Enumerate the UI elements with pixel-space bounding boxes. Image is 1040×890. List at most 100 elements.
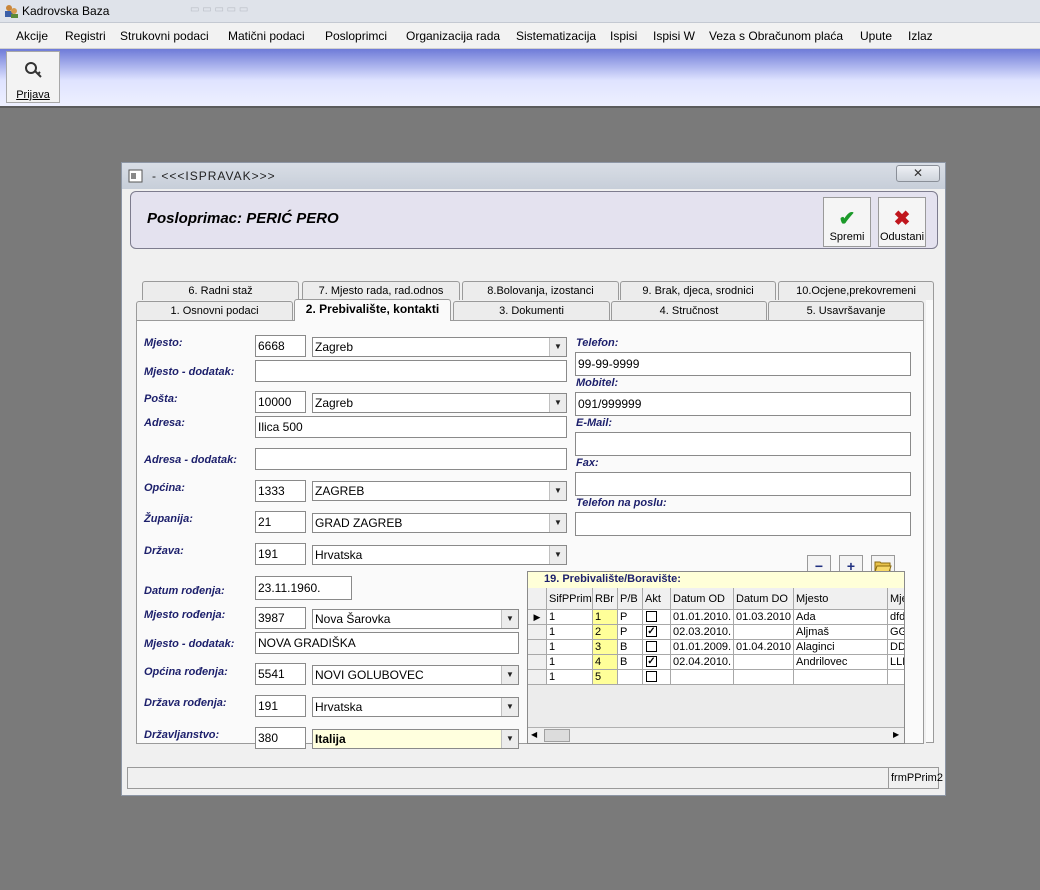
menu-akcije[interactable]: Akcije bbox=[16, 29, 48, 43]
scroll-right-icon[interactable]: ▶ bbox=[893, 730, 899, 739]
row-indicator[interactable] bbox=[528, 640, 547, 655]
menu-ispisi-w[interactable]: Ispisi W bbox=[653, 29, 695, 43]
akt-checkbox[interactable] bbox=[646, 611, 657, 622]
tab-dokumenti[interactable]: 3. Dokumenti bbox=[453, 301, 610, 320]
opcina-code-field[interactable]: 1333 bbox=[255, 480, 306, 502]
menu-strukovni-podaci[interactable]: Strukovni podaci bbox=[120, 29, 209, 43]
cell-akt[interactable]: ✓ bbox=[643, 625, 671, 640]
cell-mjesto[interactable]: Andrilovec bbox=[794, 655, 888, 670]
tab-radni-staz[interactable]: 6. Radni staž bbox=[142, 281, 299, 300]
tab-osnovni-podaci[interactable]: 1. Osnovni podaci bbox=[136, 301, 293, 320]
col-datum-do[interactable]: Datum DO bbox=[734, 588, 794, 610]
menu-upute[interactable]: Upute bbox=[860, 29, 892, 43]
mjesto-dodatak-field[interactable] bbox=[255, 360, 567, 382]
akt-checkbox[interactable] bbox=[646, 671, 657, 682]
mjesto-rodjenja-code-field[interactable]: 3987 bbox=[255, 607, 306, 629]
cell-mjesto2[interactable]: GG bbox=[888, 625, 904, 640]
cell-datum-do[interactable] bbox=[734, 655, 794, 670]
cell-rbr[interactable]: 2 bbox=[593, 625, 618, 640]
login-button[interactable]: Prijava bbox=[6, 51, 60, 103]
dialog-close-button[interactable]: ✕ bbox=[896, 165, 940, 182]
drzava-rodjenja-select[interactable]: Hrvatska ▼ bbox=[312, 697, 519, 717]
cell-datum-od[interactable]: 02.03.2010. bbox=[671, 625, 734, 640]
opcina-rodjenja-code-field[interactable]: 5541 bbox=[255, 663, 306, 685]
tab-usavrsavanje[interactable]: 5. Usavršavanje bbox=[768, 301, 924, 320]
save-button[interactable]: ✔ Spremi bbox=[823, 197, 871, 247]
cell-datum-do[interactable]: 01.04.2010 bbox=[734, 640, 794, 655]
akt-checkbox[interactable]: ✓ bbox=[646, 656, 657, 667]
cell-sifpprim[interactable]: 1 bbox=[547, 610, 593, 625]
row-indicator[interactable] bbox=[528, 625, 547, 640]
cell-pb[interactable]: B bbox=[618, 655, 643, 670]
row-indicator[interactable] bbox=[528, 655, 547, 670]
drzava-code-field[interactable]: 191 bbox=[255, 543, 306, 565]
col-datum-od[interactable]: Datum OD bbox=[671, 588, 734, 610]
cell-pb[interactable]: P bbox=[618, 610, 643, 625]
cell-sifpprim[interactable]: 1 bbox=[547, 655, 593, 670]
col-akt[interactable]: Akt bbox=[643, 588, 671, 610]
cell-datum-od[interactable]: 01.01.2009. bbox=[671, 640, 734, 655]
opcina-select[interactable]: ZAGREB ▼ bbox=[312, 481, 567, 501]
zupanija-select[interactable]: GRAD ZAGREB ▼ bbox=[312, 513, 567, 533]
email-field[interactable] bbox=[575, 432, 911, 456]
drzava-select[interactable]: Hrvatska ▼ bbox=[312, 545, 567, 565]
row-indicator[interactable]: ▶ bbox=[528, 610, 547, 625]
menu-sistematizacija[interactable]: Sistematizacija bbox=[516, 29, 596, 43]
menu-organizacija-rada[interactable]: Organizacija rada bbox=[406, 29, 500, 43]
mjesto-select[interactable]: Zagreb ▼ bbox=[312, 337, 567, 357]
cell-mjesto[interactable]: Aljmaš bbox=[794, 625, 888, 640]
menu-izlaz[interactable]: Izlaz bbox=[908, 29, 933, 43]
cell-datum-od[interactable]: 02.04.2010. bbox=[671, 655, 734, 670]
scroll-thumb[interactable] bbox=[544, 729, 570, 742]
mjesto-rodjenja-select[interactable]: Nova Šarovka ▼ bbox=[312, 609, 519, 629]
cell-mjesto2[interactable] bbox=[888, 670, 904, 685]
tab-bolovanja[interactable]: 8.Bolovanja, izostanci bbox=[462, 281, 619, 300]
drzavljanstvo-code-field[interactable]: 380 bbox=[255, 727, 306, 749]
menu-registri[interactable]: Registri bbox=[65, 29, 106, 43]
cell-mjesto[interactable] bbox=[794, 670, 888, 685]
chevron-down-icon[interactable]: ▼ bbox=[549, 514, 566, 532]
drzavljanstvo-select[interactable]: Italija ▼ bbox=[312, 729, 519, 749]
zupanija-code-field[interactable]: 21 bbox=[255, 511, 306, 533]
cell-rbr[interactable]: 4 bbox=[593, 655, 618, 670]
col-rbr[interactable]: RBr bbox=[593, 588, 618, 610]
adresa-dodatak-field[interactable] bbox=[255, 448, 567, 470]
mobitel-field[interactable]: 091/999999 bbox=[575, 392, 911, 416]
chevron-down-icon[interactable]: ▼ bbox=[501, 730, 518, 748]
drzava-rodjenja-code-field[interactable]: 191 bbox=[255, 695, 306, 717]
cell-akt[interactable] bbox=[643, 670, 671, 685]
cell-datum-do[interactable]: 01.03.2010 bbox=[734, 610, 794, 625]
tab-ocjene[interactable]: 10.Ocjene,prekovremeni bbox=[778, 281, 934, 300]
cell-mjesto[interactable]: Alaginci bbox=[794, 640, 888, 655]
horizontal-scrollbar[interactable]: ◀ ▶ bbox=[528, 727, 904, 743]
menu-maticni-podaci[interactable]: Matični podaci bbox=[228, 29, 305, 43]
posta-code-field[interactable]: 10000 bbox=[255, 391, 306, 413]
row-indicator[interactable] bbox=[528, 670, 547, 685]
col-mjesto2[interactable]: Mje bbox=[888, 588, 904, 610]
posta-select[interactable]: Zagreb ▼ bbox=[312, 393, 567, 413]
menu-veza-s-obracunom[interactable]: Veza s Obračunom plaća bbox=[709, 29, 843, 43]
chevron-down-icon[interactable]: ▼ bbox=[501, 666, 518, 684]
cell-akt[interactable]: ✓ bbox=[643, 655, 671, 670]
chevron-down-icon[interactable]: ▼ bbox=[501, 698, 518, 716]
cell-sifpprim[interactable]: 1 bbox=[547, 640, 593, 655]
chevron-down-icon[interactable]: ▼ bbox=[501, 610, 518, 628]
menu-posloprimci[interactable]: Posloprimci bbox=[325, 29, 387, 43]
cancel-button[interactable]: ✖ Odustani bbox=[878, 197, 926, 247]
tab-mjesto-rada[interactable]: 7. Mjesto rada, rad.odnos bbox=[302, 281, 460, 300]
cell-rbr[interactable]: 1 bbox=[593, 610, 618, 625]
cell-datum-od[interactable] bbox=[671, 670, 734, 685]
tab-strucnost[interactable]: 4. Stručnost bbox=[611, 301, 767, 320]
cell-pb[interactable] bbox=[618, 670, 643, 685]
cell-rbr[interactable]: 3 bbox=[593, 640, 618, 655]
cell-mjesto[interactable]: Ada bbox=[794, 610, 888, 625]
cell-sifpprim[interactable]: 1 bbox=[547, 670, 593, 685]
mjesto-rod-dodatak-field[interactable]: NOVA GRADIŠKA bbox=[255, 632, 519, 654]
adresa-field[interactable]: Ilica 500 bbox=[255, 416, 567, 438]
cell-datum-do[interactable] bbox=[734, 625, 794, 640]
chevron-down-icon[interactable]: ▼ bbox=[549, 394, 566, 412]
akt-checkbox[interactable] bbox=[646, 641, 657, 652]
menu-ispisi[interactable]: Ispisi bbox=[610, 29, 637, 43]
akt-checkbox[interactable]: ✓ bbox=[646, 626, 657, 637]
cell-akt[interactable] bbox=[643, 640, 671, 655]
